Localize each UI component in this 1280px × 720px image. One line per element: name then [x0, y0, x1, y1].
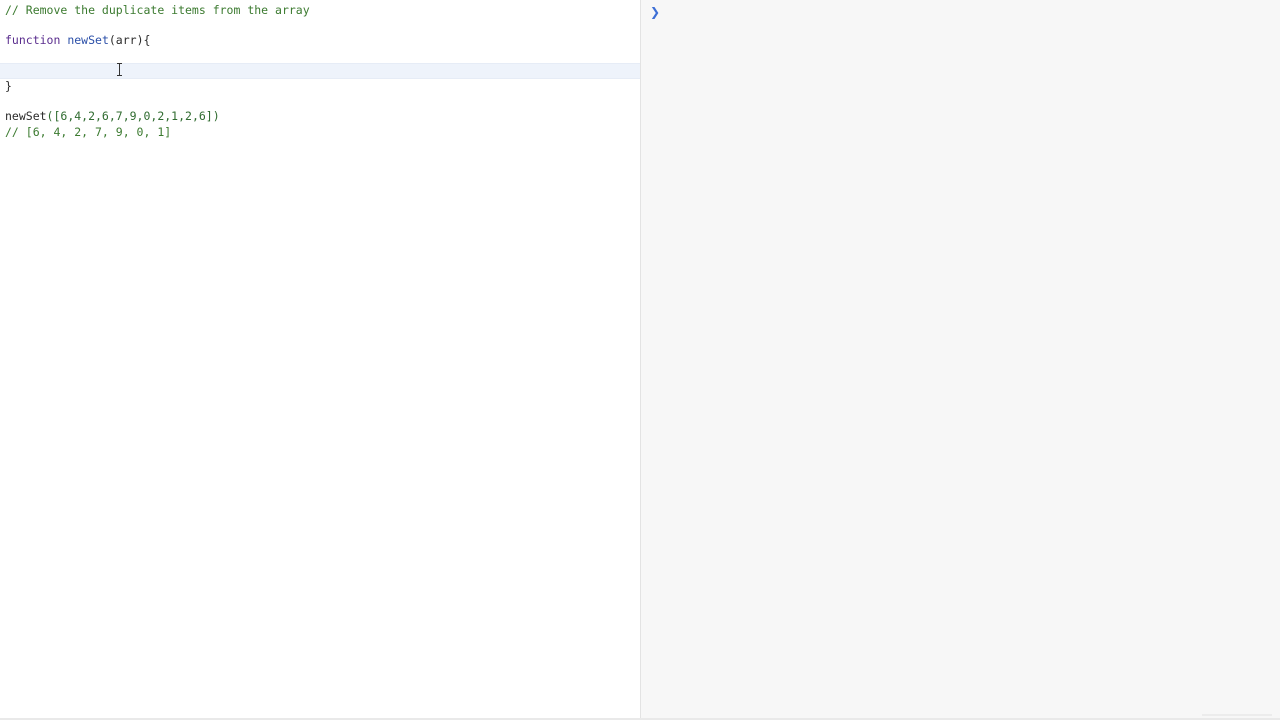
closing-brace: } — [5, 79, 12, 93]
code-line-3[interactable]: function newSet(arr){ — [0, 33, 640, 48]
code-line-active[interactable] — [0, 63, 640, 79]
console-scrollbar[interactable] — [1202, 714, 1272, 716]
call-function-name: newSet — [5, 109, 47, 123]
app-window: // Remove the duplicate items from the a… — [0, 0, 1280, 720]
text-cursor-icon — [117, 63, 123, 77]
function-params: (arr){ — [108, 33, 151, 47]
console-input[interactable] — [667, 4, 1267, 20]
code-line-5[interactable]: } — [0, 79, 640, 94]
console-panel[interactable]: ❯ — [641, 0, 1280, 718]
keyword-function: function — [5, 33, 61, 47]
function-name: newSet — [67, 33, 109, 47]
code-editor[interactable]: // Remove the duplicate items from the a… — [0, 0, 641, 718]
call-arguments: ([6,4,2,6,7,9,0,2,1,2,6]) — [46, 109, 220, 123]
code-line-1[interactable]: // Remove the duplicate items from the a… — [0, 3, 640, 18]
chevron-right-icon: ❯ — [650, 5, 661, 19]
code-line-8[interactable]: // [6, 4, 2, 7, 9, 0, 1] — [0, 125, 640, 140]
expected-output-comment: // [6, 4, 2, 7, 9, 0, 1] — [5, 125, 172, 139]
comment-text: // Remove the duplicate items from the a… — [5, 3, 310, 17]
code-line-7[interactable]: newSet([6,4,2,6,7,9,0,2,1,2,6]) — [0, 109, 640, 124]
